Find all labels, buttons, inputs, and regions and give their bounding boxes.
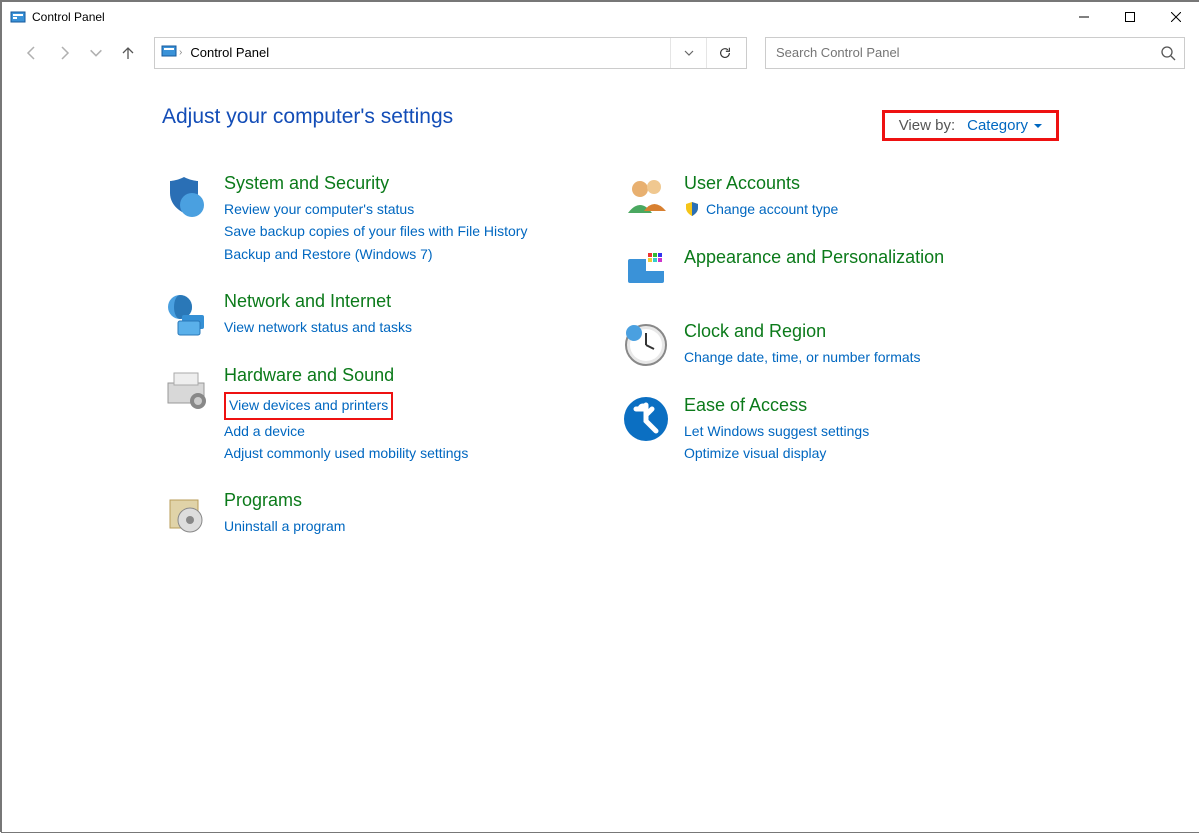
history-dropdown[interactable]: [670, 38, 706, 68]
up-button[interactable]: [116, 41, 140, 65]
back-button[interactable]: [20, 41, 44, 65]
category-ease-of-access: Ease of Access Let Windows suggest setti…: [622, 395, 1042, 465]
category-title[interactable]: User Accounts: [684, 173, 838, 194]
uac-shield-icon: [684, 201, 700, 217]
navbar: › Control Panel: [2, 32, 1199, 73]
app-icon: [10, 9, 26, 25]
category-title[interactable]: System and Security: [224, 173, 527, 194]
category-title[interactable]: Programs: [224, 490, 345, 511]
titlebar: Control Panel: [2, 2, 1199, 32]
shield-icon: [162, 173, 210, 221]
refresh-button[interactable]: [706, 38, 742, 68]
search-input[interactable]: [776, 45, 1160, 60]
chevron-down-icon: [1034, 122, 1042, 130]
link-add-device[interactable]: Add a device: [224, 420, 468, 442]
address-bar[interactable]: › Control Panel: [154, 37, 747, 69]
category-hardware: Hardware and Sound View devices and prin…: [162, 365, 582, 464]
ease-of-access-icon: [622, 395, 670, 443]
category-title[interactable]: Appearance and Personalization: [684, 247, 944, 268]
category-user-accounts: User Accounts Change account type: [622, 173, 1042, 221]
link-devices-printers[interactable]: View devices and printers: [229, 394, 388, 416]
chevron-right-icon: ›: [177, 47, 184, 58]
link-change-account-type[interactable]: Change account type: [684, 198, 838, 220]
programs-icon: [162, 490, 210, 538]
view-by-label: View by:: [899, 117, 955, 134]
category-title[interactable]: Network and Internet: [224, 291, 412, 312]
link-file-history[interactable]: Save backup copies of your files with Fi…: [224, 220, 527, 242]
users-icon: [622, 173, 670, 221]
category-programs: Programs Uninstall a program: [162, 490, 582, 538]
clock-icon: [622, 321, 670, 369]
category-column-left: System and Security Review your computer…: [162, 173, 582, 538]
printer-icon: [162, 365, 210, 413]
link-date-time-formats[interactable]: Change date, time, or number formats: [684, 346, 921, 368]
close-button[interactable]: [1153, 2, 1199, 32]
link-review-status[interactable]: Review your computer's status: [224, 198, 527, 220]
search-icon: [1160, 45, 1176, 61]
appearance-icon: [622, 247, 670, 295]
minimize-button[interactable]: [1061, 2, 1107, 32]
search-box[interactable]: [765, 37, 1185, 69]
view-by-value[interactable]: Category: [967, 117, 1042, 134]
category-clock-region: Clock and Region Change date, time, or n…: [622, 321, 1042, 369]
forward-button[interactable]: [52, 41, 76, 65]
view-by-control[interactable]: View by: Category: [882, 110, 1059, 141]
link-visual-display[interactable]: Optimize visual display: [684, 442, 869, 464]
category-title[interactable]: Clock and Region: [684, 321, 921, 342]
link-suggest-settings[interactable]: Let Windows suggest settings: [684, 420, 869, 442]
breadcrumb-control-panel[interactable]: Control Panel: [184, 45, 275, 60]
category-title[interactable]: Ease of Access: [684, 395, 869, 416]
network-icon: [162, 291, 210, 339]
category-system-security: System and Security Review your computer…: [162, 173, 582, 265]
recent-dropdown[interactable]: [84, 41, 108, 65]
link-uninstall[interactable]: Uninstall a program: [224, 515, 345, 537]
address-icon: [161, 43, 177, 62]
category-title[interactable]: Hardware and Sound: [224, 365, 468, 386]
link-mobility[interactable]: Adjust commonly used mobility settings: [224, 442, 468, 464]
category-appearance: Appearance and Personalization: [622, 247, 1042, 295]
maximize-button[interactable]: [1107, 2, 1153, 32]
link-backup-restore[interactable]: Backup and Restore (Windows 7): [224, 243, 527, 265]
content-area: Adjust your computer's settings View by:…: [2, 73, 1199, 538]
link-network-status[interactable]: View network status and tasks: [224, 316, 412, 338]
category-column-right: User Accounts Change account type Appear…: [622, 173, 1042, 538]
category-network: Network and Internet View network status…: [162, 291, 582, 339]
window-title: Control Panel: [32, 10, 105, 24]
